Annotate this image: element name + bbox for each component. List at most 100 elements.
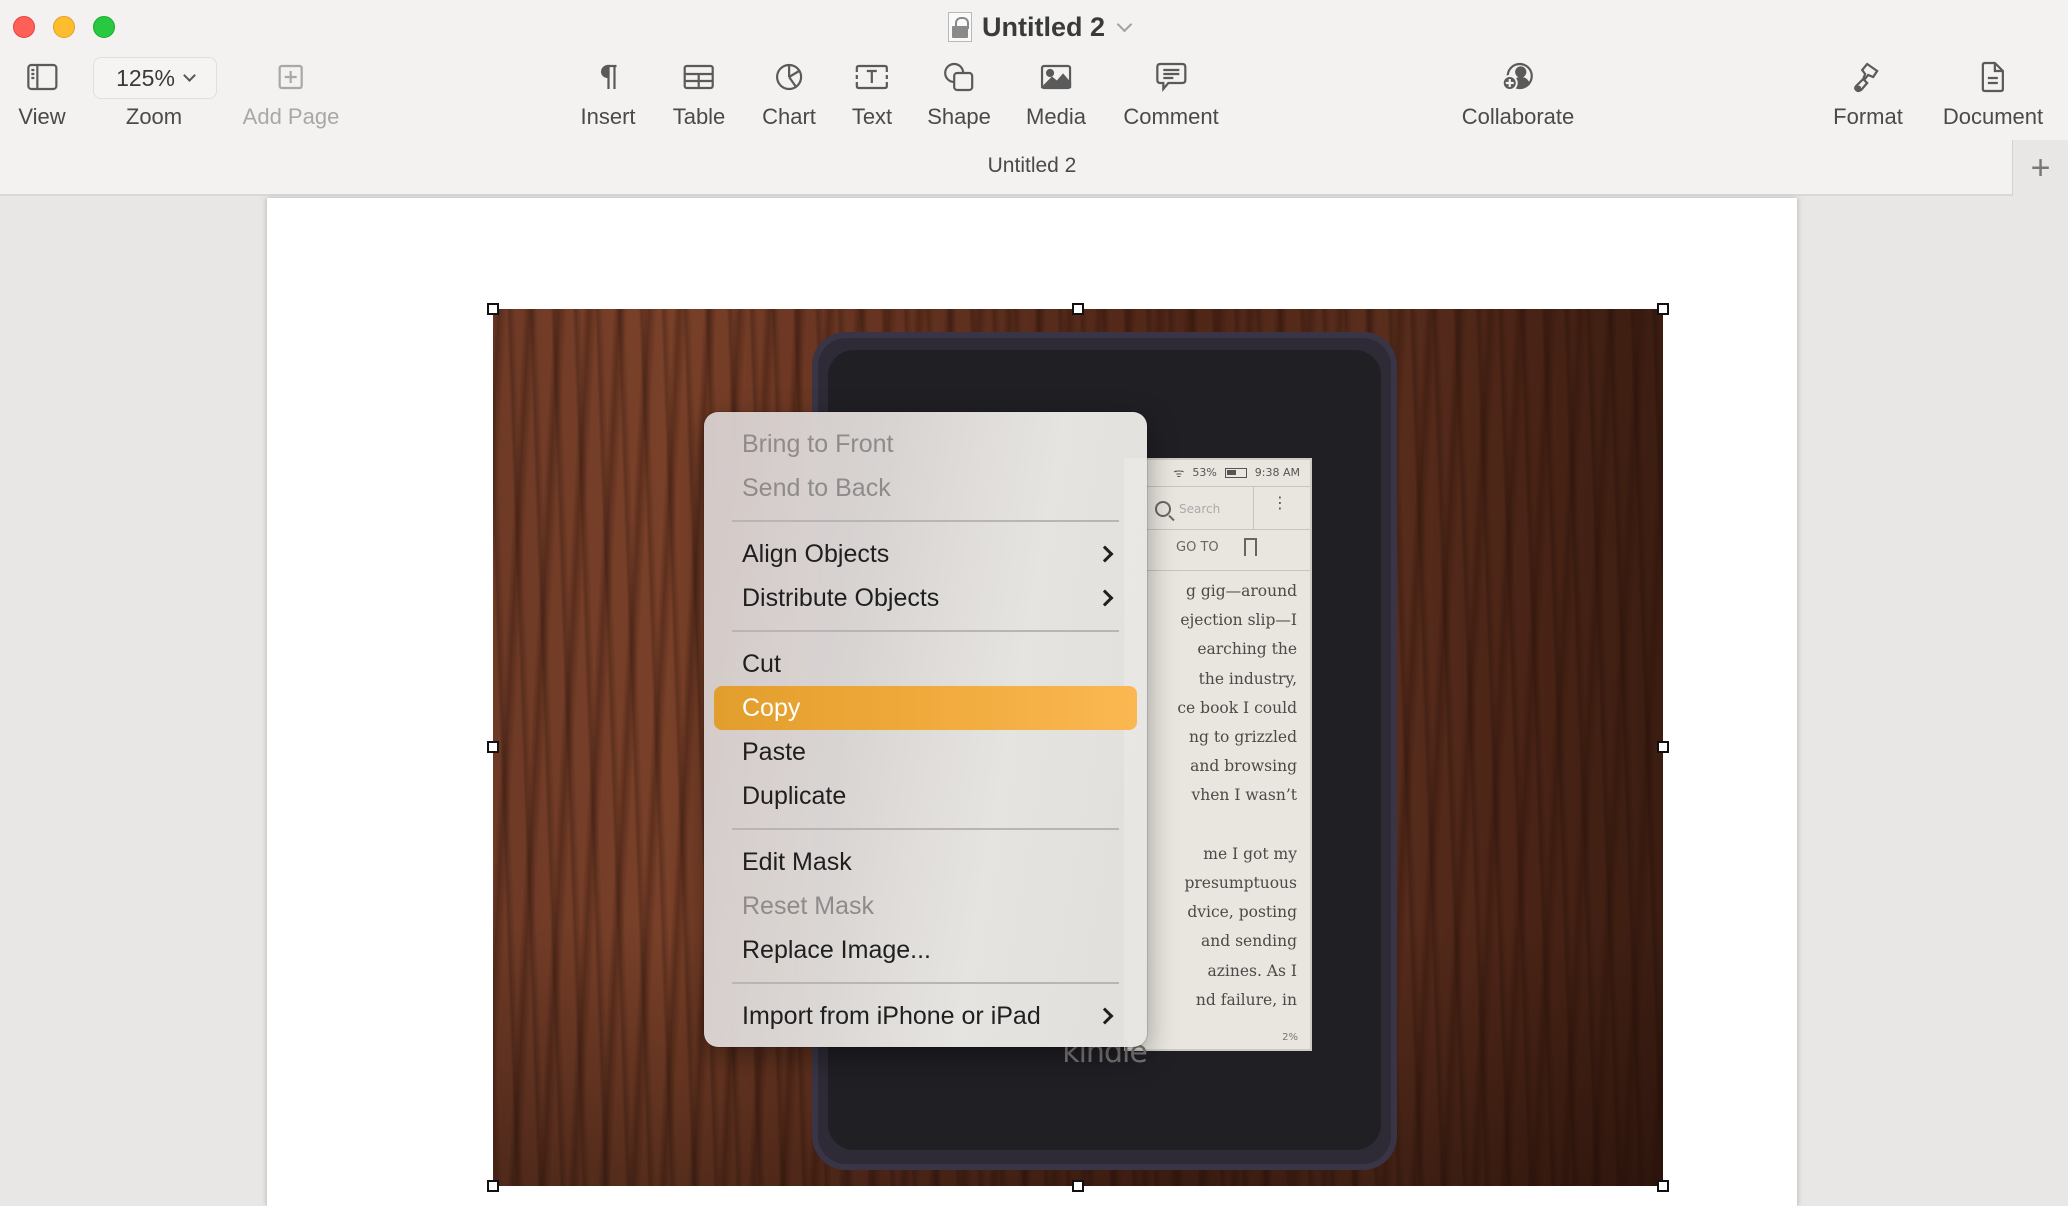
menu-item-edit-mask[interactable]: Edit Mask: [714, 840, 1137, 884]
kindle-text-line: presumptuous: [1184, 874, 1297, 893]
kindle-text-line: vhen I wasn’t: [1191, 786, 1297, 805]
format-button[interactable]: Format: [1833, 56, 1903, 130]
menu-item-cut[interactable]: Cut: [714, 642, 1137, 686]
resize-handle-bottom-right[interactable]: [1657, 1180, 1669, 1192]
kindle-search-box: Search: [1144, 487, 1254, 530]
kindle-text-line: azines. As I: [1207, 961, 1297, 980]
resize-handle-top[interactable]: [1072, 303, 1084, 315]
document-icon: [1980, 56, 2006, 98]
kindle-text-line: dvice, posting: [1187, 903, 1297, 922]
format-label: Format: [1833, 104, 1903, 129]
chart-button[interactable]: Chart: [762, 56, 816, 130]
wifi-icon: ᯤ: [1173, 466, 1185, 480]
maximize-window-button[interactable]: [93, 16, 115, 38]
menu-item-label: Align Objects: [742, 539, 890, 568]
media-button[interactable]: Media: [1026, 56, 1086, 130]
menu-item-label: Duplicate: [742, 781, 847, 810]
menu-item-label: Import from iPhone or iPad: [742, 1001, 1041, 1030]
menu-item-send-to-back[interactable]: Send to Back: [714, 466, 1137, 510]
kindle-search-row: Search ⋮: [1126, 486, 1310, 530]
kindle-screen: ᯤ 53% 9:38 AM Search ⋮ GO TO g gig—aroun…: [1124, 458, 1312, 1051]
chevron-down-icon[interactable]: [1116, 16, 1133, 32]
text-label: Text: [851, 104, 893, 129]
menu-item-label: Reset Mask: [742, 891, 874, 920]
search-icon: [1155, 500, 1171, 517]
menu-item-import-from-iphone[interactable]: Import from iPhone or iPad: [714, 994, 1137, 1038]
resize-handle-bottom-left[interactable]: [487, 1180, 499, 1192]
menu-item-bring-to-front[interactable]: Bring to Front: [714, 422, 1137, 466]
battery-icon: [1224, 467, 1247, 478]
menu-item-copy[interactable]: Copy: [714, 686, 1137, 730]
pilcrow-icon: [596, 56, 620, 98]
menu-item-duplicate[interactable]: Duplicate: [714, 774, 1137, 818]
kindle-text-line: and browsing: [1190, 757, 1297, 776]
text-box-icon: [855, 56, 889, 98]
shape-button[interactable]: Shape: [927, 56, 991, 130]
chart-label: Chart: [762, 104, 816, 129]
plus-icon: +: [2030, 149, 2051, 187]
menu-item-distribute-objects[interactable]: Distribute Objects: [714, 576, 1137, 620]
resize-handle-top-left[interactable]: [487, 303, 499, 315]
menu-item-label: Send to Back: [742, 473, 891, 502]
context-menu: Bring to Front Send to Back Align Object…: [704, 412, 1147, 1047]
insert-button[interactable]: Insert: [580, 56, 636, 130]
collaborate-button[interactable]: Collaborate: [1461, 56, 1575, 130]
lock-icon: [948, 12, 972, 42]
collaborate-icon: [1501, 56, 1535, 98]
window-title-area[interactable]: Untitled 2: [948, 8, 1133, 46]
menu-item-align-objects[interactable]: Align Objects: [714, 532, 1137, 576]
resize-handle-top-right[interactable]: [1657, 303, 1669, 315]
kindle-text-line: the industry,: [1198, 669, 1297, 688]
comment-button[interactable]: Comment: [1123, 56, 1219, 130]
comment-label: Comment: [1123, 104, 1219, 129]
menu-item-label: Replace Image...: [742, 935, 931, 964]
menu-separator: [732, 982, 1119, 984]
more-icon: ⋮: [1272, 493, 1288, 512]
pie-chart-icon: [774, 56, 804, 98]
add-page-button[interactable]: Add Page: [243, 56, 339, 130]
menu-item-reset-mask[interactable]: Reset Mask: [714, 884, 1137, 928]
resize-handle-bottom[interactable]: [1072, 1180, 1084, 1192]
chevron-right-icon: [1096, 1007, 1114, 1025]
shape-label: Shape: [927, 104, 991, 129]
view-button[interactable]: View: [18, 56, 66, 130]
kindle-text-line: nd failure, in: [1195, 990, 1297, 1009]
document-button[interactable]: Document: [1943, 56, 2043, 130]
zoom-label: Zoom: [125, 104, 183, 129]
kindle-time: 9:38 AM: [1254, 466, 1300, 479]
chevron-right-icon: [1096, 589, 1114, 607]
resize-handle-right[interactable]: [1657, 741, 1669, 753]
battery-percent: 53%: [1192, 466, 1217, 479]
collaborate-label: Collaborate: [1461, 104, 1575, 129]
menu-separator: [732, 828, 1119, 830]
kindle-text-line: ejection slip—I: [1180, 611, 1297, 630]
chevron-down-icon: [183, 69, 196, 82]
resize-handle-left[interactable]: [487, 741, 499, 753]
menu-item-paste[interactable]: Paste: [714, 730, 1137, 774]
kindle-page-text: g gig—around ejection slip—I earching the t…: [1177, 577, 1297, 1015]
kindle-divider: [1126, 570, 1310, 571]
shape-icon: [943, 56, 975, 98]
kindle-text-line: and sending: [1201, 932, 1297, 951]
add-tab-button[interactable]: +: [2012, 140, 2068, 196]
bookmark-icon: [1244, 538, 1257, 556]
close-window-button[interactable]: [13, 16, 35, 38]
paintbrush-icon: [1853, 56, 1883, 98]
view-label: View: [18, 104, 66, 129]
add-page-icon: [278, 56, 304, 98]
document-label: Document: [1942, 104, 2044, 129]
kindle-status-bar: ᯤ 53% 9:38 AM: [1173, 464, 1300, 481]
text-button[interactable]: Text: [852, 56, 892, 130]
table-label: Table: [672, 104, 726, 129]
image-icon: [1040, 56, 1072, 98]
tab-untitled-2[interactable]: Untitled 2: [988, 154, 1077, 178]
table-button[interactable]: Table: [672, 56, 726, 130]
sidebar-icon: [26, 56, 58, 98]
window-title: Untitled 2: [982, 11, 1106, 42]
zoom-value: 125%: [116, 64, 175, 91]
zoom-dropdown[interactable]: 125%: [93, 57, 217, 99]
comment-icon: [1155, 56, 1187, 98]
chevron-right-icon: [1096, 545, 1114, 563]
menu-item-replace-image[interactable]: Replace Image...: [714, 928, 1137, 972]
minimize-window-button[interactable]: [53, 16, 75, 38]
